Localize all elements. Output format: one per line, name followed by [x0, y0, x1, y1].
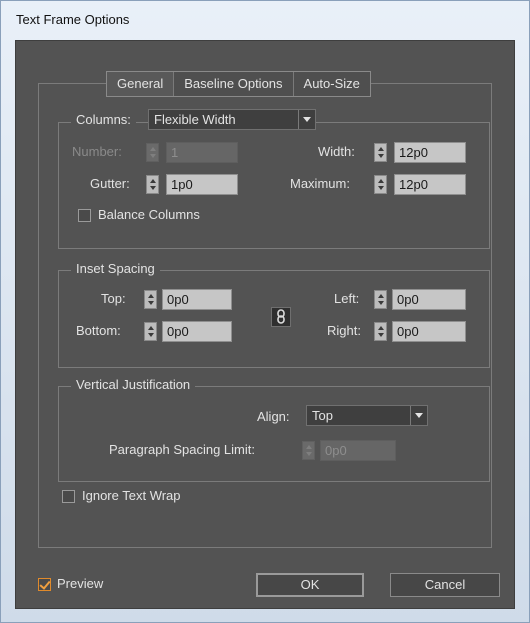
chevron-down-icon: [150, 186, 156, 190]
top-label: Top:: [101, 291, 126, 306]
gutter-field[interactable]: 1p0: [166, 174, 238, 195]
tab-general[interactable]: General: [107, 72, 175, 96]
balance-columns-label: Balance Columns: [98, 207, 200, 222]
number-stepper: [146, 143, 159, 162]
left-label: Left:: [334, 291, 360, 306]
chain-link-icon: [277, 309, 285, 324]
bottom-field[interactable]: 0p0: [162, 321, 232, 342]
gutter-label: Gutter:: [90, 176, 130, 191]
vertical-justification-legend: Vertical Justification: [71, 377, 196, 392]
chevron-up-icon: [148, 326, 154, 330]
chevron-down-icon: [378, 333, 384, 337]
title-bar[interactable]: Text Frame Options: [1, 1, 529, 37]
number-field: 1: [166, 142, 238, 163]
columns-label: Columns:: [71, 112, 136, 127]
bottom-label: Bottom:: [76, 323, 121, 338]
chevron-up-icon: [306, 445, 312, 449]
chevron-up-icon: [150, 147, 156, 151]
chevron-down-icon: [410, 406, 427, 425]
dialog-title: Text Frame Options: [16, 12, 130, 27]
chevron-up-icon: [150, 179, 156, 183]
chevron-up-icon: [378, 147, 384, 151]
ok-button[interactable]: OK: [256, 573, 364, 597]
chevron-down-icon: [148, 301, 154, 305]
columns-type-value: Flexible Width: [154, 112, 236, 127]
chevron-down-icon: [378, 186, 384, 190]
preview-label: Preview: [57, 576, 104, 591]
width-label: Width:: [318, 144, 355, 159]
chevron-down-icon: [298, 110, 315, 129]
link-settings-button[interactable]: [271, 307, 291, 327]
gutter-stepper[interactable]: [146, 175, 159, 194]
chevron-down-icon: [148, 333, 154, 337]
number-label: Number:: [72, 144, 122, 159]
cancel-button[interactable]: Cancel: [390, 573, 500, 597]
chevron-down-icon: [306, 452, 312, 456]
right-label: Right:: [327, 323, 361, 338]
align-select[interactable]: Top: [306, 405, 428, 426]
paragraph-spacing-stepper: [302, 441, 315, 460]
top-stepper[interactable]: [144, 290, 157, 309]
tab-bar: General Baseline Options Auto-Size: [106, 71, 371, 97]
preview-checkbox[interactable]: [38, 578, 51, 591]
maximum-label: Maximum:: [290, 176, 350, 191]
chevron-up-icon: [148, 294, 154, 298]
width-field[interactable]: 12p0: [394, 142, 466, 163]
left-field[interactable]: 0p0: [392, 289, 466, 310]
paragraph-spacing-limit-label: Paragraph Spacing Limit:: [109, 442, 255, 457]
columns-type-select[interactable]: Flexible Width: [148, 109, 316, 130]
maximum-field[interactable]: 12p0: [394, 174, 466, 195]
chevron-down-icon: [150, 154, 156, 158]
chevron-up-icon: [378, 179, 384, 183]
align-value: Top: [312, 408, 333, 423]
chevron-up-icon: [378, 294, 384, 298]
balance-columns-checkbox[interactable]: [78, 209, 91, 222]
ignore-text-wrap-checkbox[interactable]: [62, 490, 75, 503]
right-field[interactable]: 0p0: [392, 321, 466, 342]
vertical-justification-group: [58, 386, 490, 482]
dialog-body: General Baseline Options Auto-Size Colum…: [15, 40, 515, 609]
bottom-stepper[interactable]: [144, 322, 157, 341]
right-stepper[interactable]: [374, 322, 387, 341]
align-label: Align:: [257, 409, 290, 424]
width-stepper[interactable]: [374, 143, 387, 162]
top-field[interactable]: 0p0: [162, 289, 232, 310]
maximum-stepper[interactable]: [374, 175, 387, 194]
paragraph-spacing-field: 0p0: [320, 440, 396, 461]
chevron-up-icon: [378, 326, 384, 330]
tab-auto-size[interactable]: Auto-Size: [293, 72, 370, 96]
left-stepper[interactable]: [374, 290, 387, 309]
chevron-down-icon: [378, 301, 384, 305]
inset-spacing-legend: Inset Spacing: [71, 261, 160, 276]
chevron-down-icon: [378, 154, 384, 158]
tab-baseline-options[interactable]: Baseline Options: [174, 72, 294, 96]
ignore-text-wrap-label: Ignore Text Wrap: [82, 488, 181, 503]
dialog-window: Text Frame Options General Baseline Opti…: [0, 0, 530, 623]
